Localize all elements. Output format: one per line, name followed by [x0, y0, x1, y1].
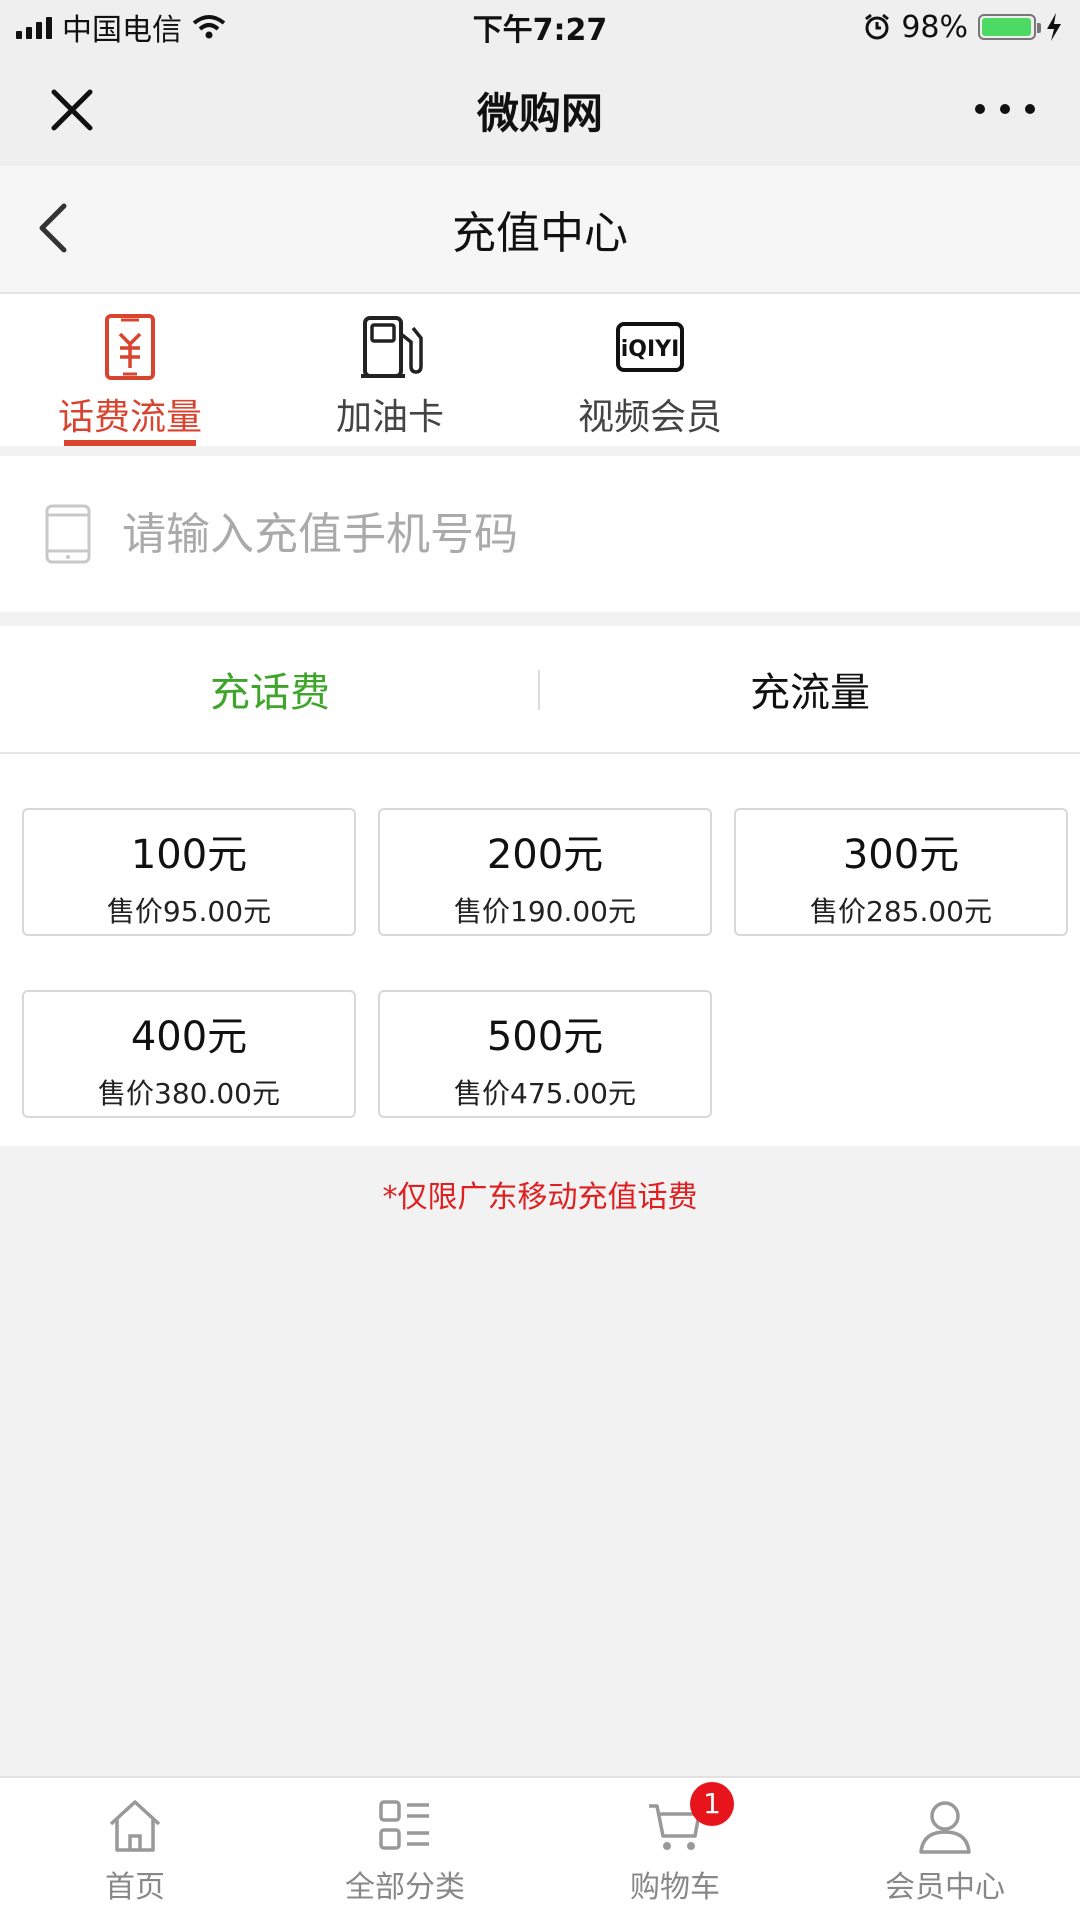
close-icon[interactable]	[44, 82, 100, 138]
recharge-notice: *仅限广东移动充值话费	[382, 1180, 698, 1215]
amount-option-500[interactable]: 500元 售价475.00元	[378, 990, 712, 1118]
home-icon	[109, 1800, 161, 1852]
tabbar-label: 购物车	[630, 1870, 720, 1905]
battery-percent: 98%	[901, 9, 968, 45]
amount-face-value: 400元	[130, 1014, 248, 1060]
charging-icon	[1047, 13, 1061, 41]
status-bar: 中国电信 下午7:27 98%	[0, 0, 1080, 54]
recharge-type-tabs: 充话费 充流量	[0, 626, 1080, 754]
active-tab-indicator	[64, 440, 196, 446]
amount-face-value: 300元	[842, 832, 960, 878]
tabbar-label: 首页	[105, 1870, 165, 1905]
amount-face-value: 200元	[486, 832, 604, 878]
amount-option-400[interactable]: 400元 售价380.00元	[22, 990, 356, 1118]
wechat-title: 微购网	[476, 88, 603, 138]
phone-number-input[interactable]	[120, 507, 1004, 561]
amount-price: 售价475.00元	[454, 1077, 636, 1110]
amount-option-200[interactable]: 200元 售价190.00元	[378, 808, 712, 936]
tab-label: 加油卡	[335, 397, 444, 438]
amount-price: 售价190.00元	[454, 895, 636, 928]
amount-face-value: 100元	[130, 832, 248, 878]
amount-price: 售价380.00元	[98, 1077, 280, 1110]
phone-input-row	[0, 456, 1080, 612]
category-icon	[379, 1800, 429, 1850]
category-tabs: 话费流量 加油卡 iQIYI 视频会员	[0, 294, 1080, 446]
tab-recharge-data[interactable]: 充流量	[540, 660, 1080, 718]
gas-pump-icon	[361, 316, 423, 378]
wechat-nav-bar: 微购网	[0, 54, 1080, 166]
tab-video-vip[interactable]: iQIYI 视频会员	[520, 294, 780, 446]
amount-grid: 100元 售价95.00元 200元 售价190.00元 300元 售价285.…	[0, 754, 1080, 1146]
tab-label: 话费流量	[57, 397, 202, 438]
phone-bill-icon	[105, 314, 155, 380]
tabbar-member-center[interactable]: 会员中心	[810, 1778, 1080, 1920]
tab-label: 视频会员	[577, 397, 722, 438]
alarm-icon	[865, 13, 890, 40]
bottom-tab-bar: 首页 全部分类 1 购物车 会员中心	[0, 1776, 1080, 1920]
user-icon	[919, 1801, 971, 1854]
tab-gas-card[interactable]: 加油卡	[260, 294, 520, 446]
tab-divider	[538, 670, 540, 710]
page-title: 充值中心	[452, 208, 628, 259]
battery-icon	[978, 14, 1041, 40]
tabbar-cart[interactable]: 1 购物车	[540, 1778, 810, 1920]
tab-recharge-bill[interactable]: 充话费	[0, 660, 540, 718]
svg-text:iQIYI: iQIYI	[621, 337, 680, 362]
battery-fill	[982, 18, 1031, 36]
amount-option-300[interactable]: 300元 售价285.00元	[734, 808, 1068, 936]
amount-price: 售价285.00元	[810, 895, 992, 928]
amount-option-100[interactable]: 100元 售价95.00元	[22, 808, 356, 936]
tab-phone-bill[interactable]: 话费流量	[0, 294, 260, 446]
page-header: 充值中心	[0, 166, 1080, 294]
tabbar-home[interactable]: 首页	[0, 1778, 270, 1920]
mobile-phone-icon	[45, 504, 91, 564]
iqiyi-logo-icon: iQIYI	[616, 322, 684, 372]
tabbar-categories[interactable]: 全部分类	[270, 1778, 540, 1920]
more-icon[interactable]	[970, 94, 1040, 124]
tabbar-label: 全部分类	[345, 1870, 465, 1905]
status-right: 98%	[863, 10, 1062, 45]
tabbar-label: 会员中心	[885, 1870, 1005, 1905]
back-arrow-icon[interactable]	[30, 200, 86, 256]
cart-badge: 1	[690, 1782, 734, 1826]
amount-price: 售价95.00元	[106, 895, 272, 928]
amount-face-value: 500元	[486, 1014, 604, 1060]
